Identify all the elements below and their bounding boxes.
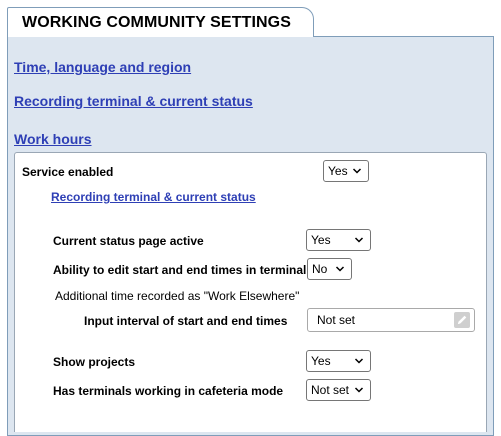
cafeteria-mode-value: Not set (311, 383, 350, 397)
service-enabled-label: Service enabled (22, 165, 114, 179)
edit-times-value: No (312, 262, 328, 276)
input-interval-label: Input interval of start and end times (84, 314, 288, 328)
chevron-down-icon (335, 262, 345, 279)
cafeteria-mode-label: Has terminals working in cafeteria mode (53, 384, 284, 398)
current-status-page-select[interactable]: Yes (306, 229, 371, 251)
edit-times-select[interactable]: No (307, 258, 352, 280)
input-interval-field[interactable]: Not set (307, 308, 475, 332)
show-projects-label: Show projects (53, 355, 136, 369)
recording-terminal-sublink[interactable]: Recording terminal & current status (51, 190, 256, 204)
current-status-page-label: Current status page active (53, 234, 204, 248)
chevron-down-icon (352, 164, 362, 181)
show-projects-value: Yes (311, 354, 331, 368)
show-projects-select[interactable]: Yes (306, 350, 371, 372)
time-language-region-link[interactable]: Time, language and region (14, 59, 191, 75)
settings-tab[interactable]: WORKING COMMUNITY SETTINGS (7, 7, 314, 37)
recording-terminal-link[interactable]: Recording terminal & current status (14, 93, 253, 109)
cafeteria-mode-select[interactable]: Not set (306, 379, 371, 401)
chevron-down-icon (354, 233, 364, 250)
service-enabled-value: Yes (328, 164, 348, 178)
input-interval-value: Not set (317, 313, 356, 327)
pencil-icon[interactable] (454, 312, 470, 328)
work-hours-link[interactable]: Work hours (14, 131, 92, 147)
service-enabled-select[interactable]: Yes (323, 160, 369, 182)
edit-times-label: Ability to edit start and end times in t… (53, 263, 307, 277)
current-status-page-value: Yes (311, 233, 331, 247)
chevron-down-icon (354, 383, 364, 400)
additional-time-note: Additional time recorded as "Work Elsewh… (55, 289, 300, 303)
chevron-down-icon (354, 354, 364, 371)
tab-title: WORKING COMMUNITY SETTINGS (22, 14, 291, 31)
